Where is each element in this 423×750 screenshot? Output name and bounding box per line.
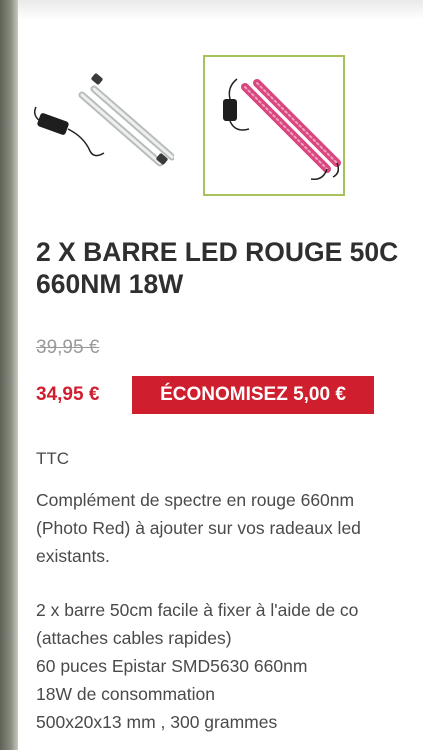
description-line: 60 puces Epistar SMD5630 660nm [36, 656, 308, 676]
discount-badge: ÉCONOMISEZ 5,00 € [132, 376, 374, 414]
description-line: Complément de spectre en rouge 660nm [36, 490, 355, 510]
tax-label: TTC [36, 449, 70, 468]
description-line: 500x20x13 mm , 300 grammes [36, 712, 278, 732]
product-page: 2 X BARRE LED ROUGE 50C 660NM 18W 39,95 … [18, 0, 423, 750]
description-paragraph-1: Complément de spectre en rouge 660nm (Ph… [36, 486, 423, 570]
product-title-line-1: 2 X BARRE LED ROUGE 50C [36, 237, 399, 267]
description-line: existants. [36, 546, 110, 566]
screen-edge [0, 0, 18, 750]
gallery-thumbnail-white[interactable] [32, 55, 174, 196]
product-title: 2 X BARRE LED ROUGE 50C 660NM 18W [36, 236, 423, 300]
product-title-line-2: 660NM 18W [36, 269, 184, 299]
description-line: 2 x barre 50cm facile à fixer à l'aide d… [36, 600, 359, 620]
description-line: (Photo Red) à ajouter sur vos radeaux le… [36, 518, 361, 538]
old-price: 39,95 € [36, 337, 100, 358]
white-led-bar-image [33, 73, 174, 167]
current-price: 34,95 € [36, 384, 100, 405]
description-line: (attaches cables rapides) [36, 628, 232, 648]
description-line: 18W de consommation [36, 684, 215, 704]
gallery-thumbnail-red[interactable] [203, 55, 345, 196]
red-led-bar-image [223, 78, 341, 181]
description-paragraph-2: 2 x barre 50cm facile à fixer à l'aide d… [36, 596, 423, 736]
header-fade [18, 0, 423, 20]
